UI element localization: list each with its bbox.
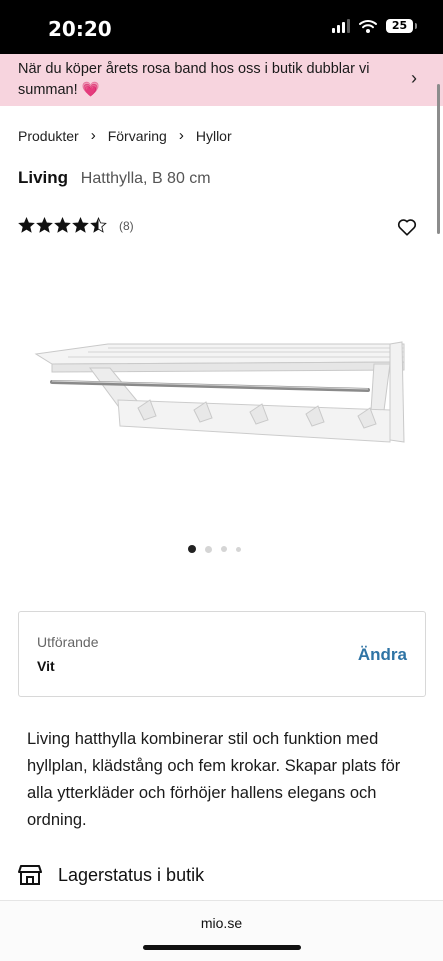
- chevron-right-icon: ›: [178, 127, 184, 144]
- product-image[interactable]: [28, 330, 418, 458]
- page-title: Living Hatthylla, B 80 cm: [18, 168, 211, 188]
- product-rating[interactable]: (8): [18, 217, 134, 234]
- breadcrumb-item-hyllor[interactable]: Hyllor: [196, 128, 232, 144]
- battery-icon: 25: [386, 19, 417, 33]
- star-icon: [36, 217, 53, 233]
- star-icon: [72, 217, 89, 233]
- heart-icon[interactable]: [397, 218, 417, 236]
- promo-text: När du köper årets rosa band hos oss i b…: [18, 61, 370, 98]
- wifi-icon: [359, 20, 377, 33]
- variant-label: Utförande: [37, 634, 99, 650]
- breadcrumb-item-produkter[interactable]: Produkter: [18, 128, 79, 144]
- status-bar: 20:20 25: [0, 0, 443, 54]
- rating-count: (8): [119, 218, 134, 233]
- product-subtitle: Hatthylla, B 80 cm: [80, 170, 211, 187]
- image-carousel-dots[interactable]: [188, 545, 241, 553]
- home-indicator[interactable]: [143, 945, 301, 950]
- promo-banner[interactable]: När du köper årets rosa band hos oss i b…: [0, 54, 443, 106]
- product-brand[interactable]: Living: [18, 168, 68, 187]
- carousel-dot[interactable]: [236, 546, 241, 552]
- cellular-signal-icon: [332, 19, 350, 33]
- star-icon: [54, 217, 71, 233]
- store-icon: [18, 865, 42, 885]
- status-icons: 25: [332, 19, 417, 33]
- stock-status-label: Lagerstatus i butik: [58, 864, 205, 885]
- chevron-right-icon: ›: [90, 127, 96, 144]
- change-variant-button[interactable]: Ändra: [358, 645, 407, 665]
- variant-selector[interactable]: Utförande Vit Ändra: [18, 611, 426, 697]
- carousel-dot[interactable]: [205, 545, 212, 553]
- rating-stars: [18, 217, 107, 234]
- status-time: 20:20: [48, 17, 112, 41]
- page-scrollbar[interactable]: [437, 84, 440, 234]
- chevron-right-icon: ›: [411, 68, 417, 88]
- star-icon: [90, 217, 107, 233]
- breadcrumb-item-forvaring[interactable]: Förvaring: [108, 128, 167, 144]
- product-description: Living hatthylla kombinerar stil och fun…: [27, 730, 401, 829]
- star-icon: [18, 217, 35, 233]
- stock-status-row[interactable]: Lagerstatus i butik: [18, 864, 204, 886]
- variant-value: Vit: [37, 658, 55, 674]
- url-text[interactable]: mio.se: [0, 915, 443, 931]
- carousel-dot[interactable]: [221, 546, 227, 552]
- carousel-dot[interactable]: [188, 545, 196, 553]
- browser-address-bar[interactable]: mio.se: [0, 900, 443, 961]
- breadcrumb: Produkter › Förvaring › Hyllor: [18, 127, 232, 144]
